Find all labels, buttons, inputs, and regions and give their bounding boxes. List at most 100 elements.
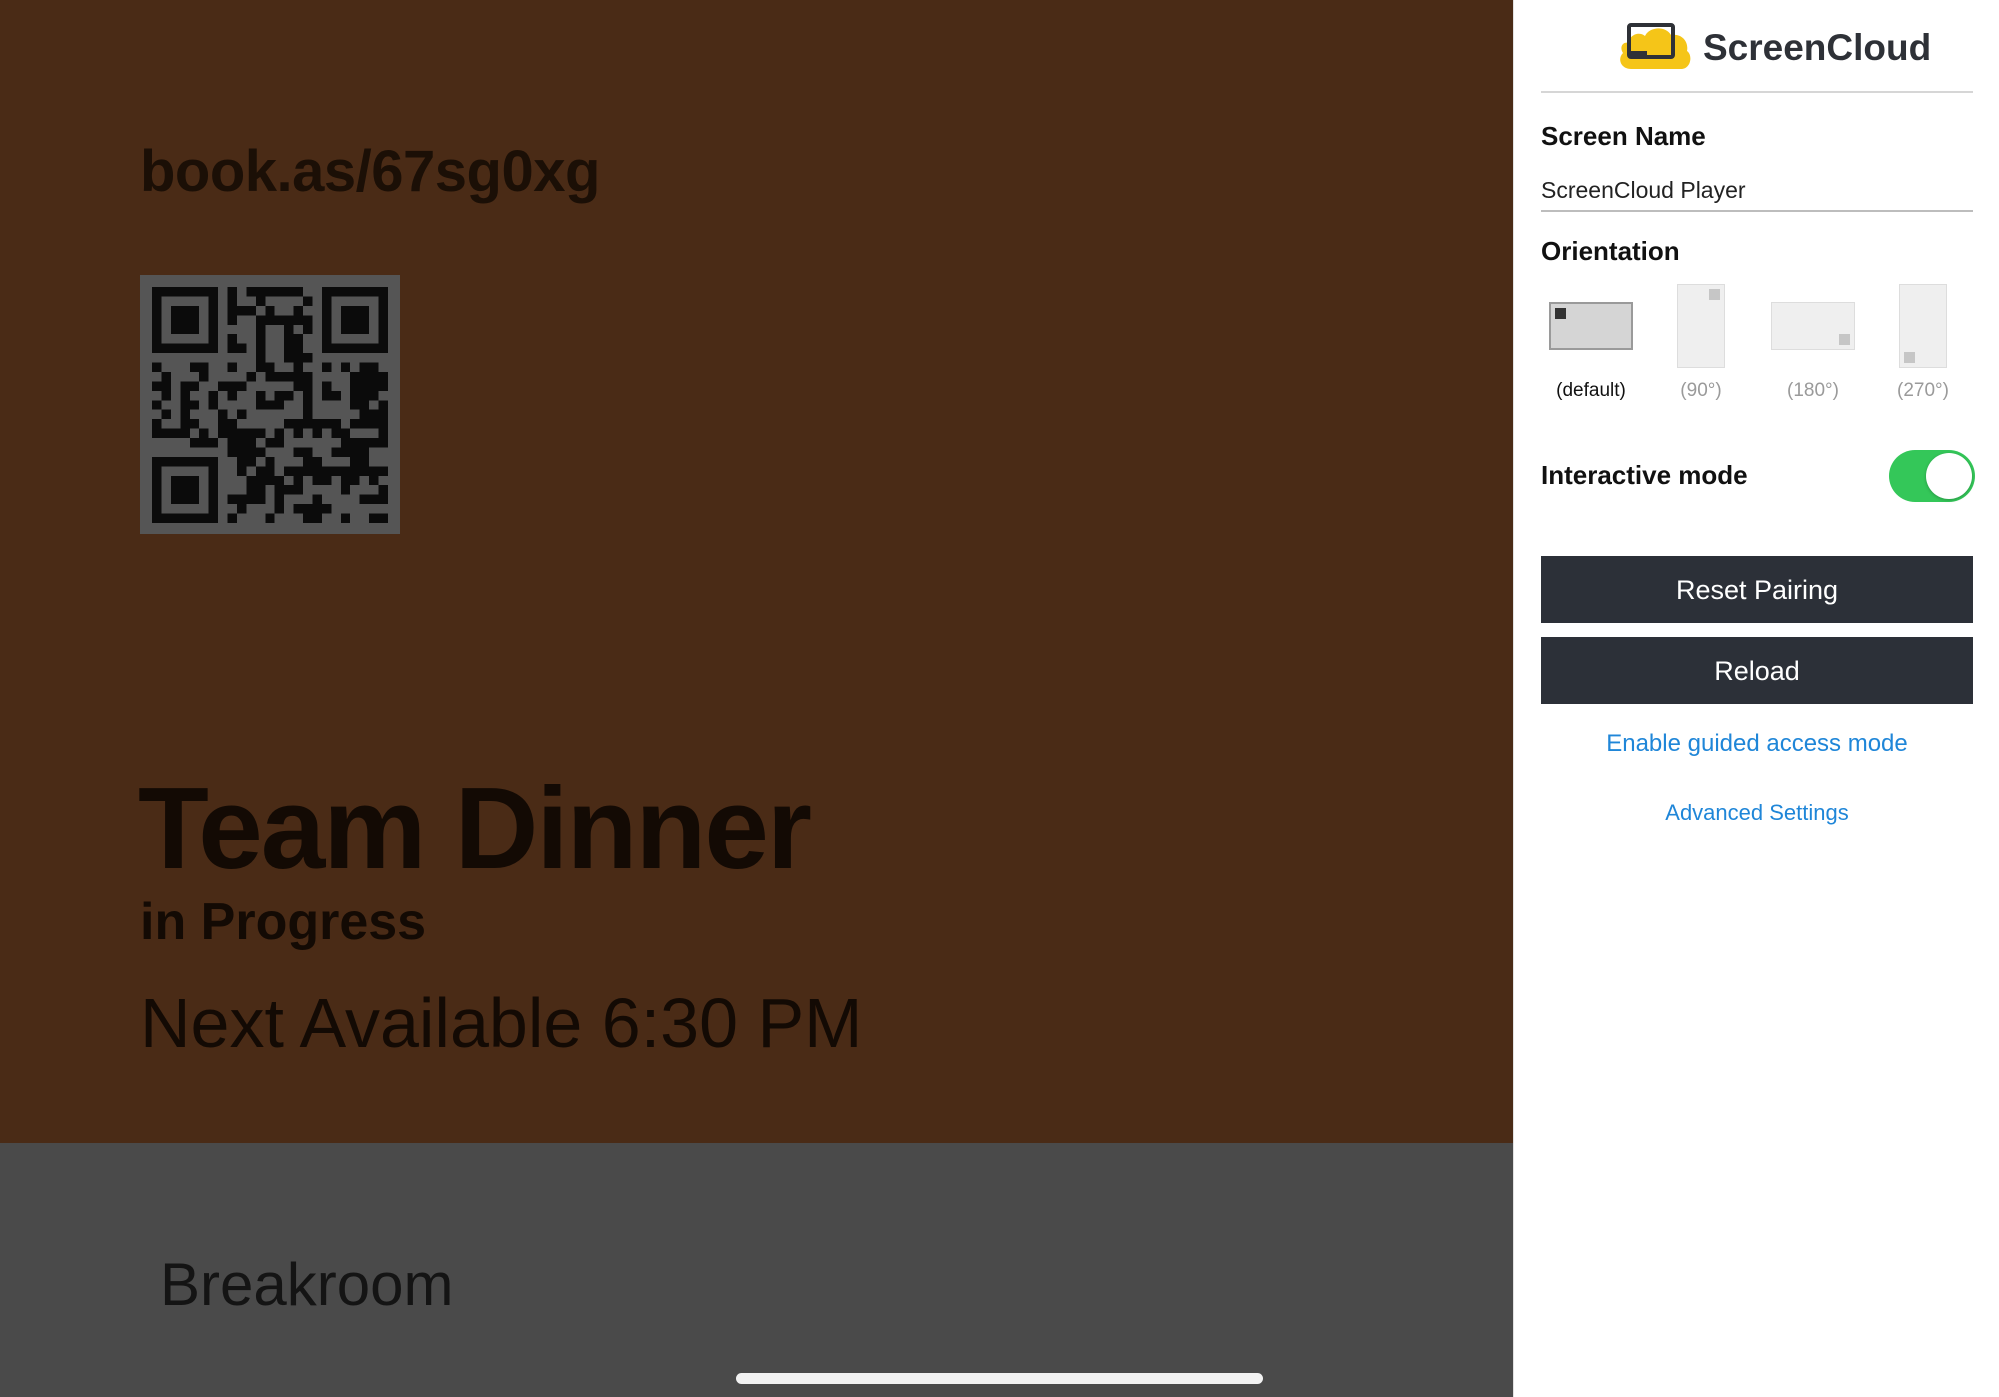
- orientation-180-option[interactable]: (180°): [1763, 280, 1863, 410]
- qr-module: [284, 343, 294, 354]
- qr-module: [378, 371, 388, 382]
- qr-module: [227, 447, 237, 457]
- qr-module: [303, 315, 313, 325]
- qr-module: [170, 475, 181, 486]
- qr-module: [265, 287, 275, 297]
- qr-module: [236, 428, 247, 439]
- qr-module: [227, 343, 237, 354]
- qr-module: [152, 324, 162, 335]
- qr-module: [369, 409, 379, 420]
- qr-module: [152, 315, 162, 325]
- qr-module: [255, 343, 266, 354]
- qr-module: [378, 485, 388, 495]
- qr-module: [321, 305, 332, 316]
- qr-module: [208, 466, 219, 476]
- qr-module: [255, 287, 266, 297]
- qr-module: [152, 485, 162, 495]
- qr-module: [227, 513, 237, 523]
- qr-module: [180, 400, 190, 410]
- qr-module: [284, 334, 294, 344]
- qr-module: [274, 438, 285, 448]
- qr-module: [227, 390, 237, 401]
- qr-module: [170, 428, 181, 439]
- reset-pairing-button[interactable]: Reset Pairing: [1541, 556, 1973, 623]
- qr-module: [293, 371, 304, 382]
- orientation-270-label: (270°): [1897, 380, 1949, 401]
- qr-module: [236, 438, 247, 448]
- qr-module: [199, 513, 209, 523]
- reload-button[interactable]: Reload: [1541, 637, 1973, 704]
- qr-module: [227, 419, 237, 429]
- guided-access-link[interactable]: Enable guided access mode: [1541, 730, 1973, 758]
- qr-module: [293, 305, 304, 316]
- qr-module: [180, 513, 190, 523]
- meeting-title: Team Dinner: [138, 763, 812, 893]
- qr-module: [359, 409, 370, 420]
- qr-module: [359, 456, 370, 467]
- qr-module: [152, 513, 162, 523]
- qr-module: [255, 400, 266, 410]
- qr-module: [340, 485, 351, 495]
- qr-module: [359, 419, 370, 429]
- qr-module: [378, 381, 388, 391]
- qr-module: [161, 390, 171, 401]
- qr-module: [208, 296, 219, 306]
- qr-module: [246, 447, 256, 457]
- qr-module: [218, 409, 228, 420]
- qr-module: [378, 400, 388, 410]
- qr-module: [227, 287, 237, 297]
- qr-module: [189, 305, 200, 316]
- meeting-status: in Progress: [140, 893, 427, 951]
- qr-module: [227, 428, 237, 439]
- qr-module: [303, 504, 313, 514]
- qr-module: [369, 419, 379, 429]
- qr-module: [350, 371, 360, 382]
- qr-module: [274, 315, 285, 325]
- qr-module: [359, 343, 370, 354]
- qr-module: [303, 466, 313, 476]
- qr-module: [152, 334, 162, 344]
- room-footer: Breakroom: [0, 1143, 1513, 1397]
- qr-module: [303, 353, 313, 363]
- qr-module: [189, 494, 200, 505]
- orientation-default-thumbnail: [1549, 302, 1633, 350]
- advanced-settings-link[interactable]: Advanced Settings: [1541, 800, 1973, 826]
- qr-module: [321, 475, 332, 486]
- screen-name-input[interactable]: [1541, 170, 1973, 212]
- qr-module: [321, 296, 332, 306]
- qr-module: [321, 466, 332, 476]
- qr-module: [161, 456, 171, 467]
- orientation-90-label: (90°): [1680, 380, 1722, 401]
- qr-module: [236, 494, 247, 505]
- qr-module: [369, 475, 379, 486]
- qr-module: [265, 466, 275, 476]
- qr-module: [255, 485, 266, 495]
- qr-module: [189, 315, 200, 325]
- orientation-270-thumbnail: [1899, 284, 1947, 368]
- qr-module: [303, 381, 313, 391]
- orientation-270-option[interactable]: (270°): [1873, 280, 1973, 410]
- orientation-default-option[interactable]: (default): [1541, 280, 1641, 410]
- qr-module: [152, 343, 162, 354]
- qr-module: [284, 485, 294, 495]
- qr-module: [170, 287, 181, 297]
- qr-module: [208, 287, 219, 297]
- interactive-mode-toggle[interactable]: [1889, 450, 1975, 502]
- qr-module: [161, 428, 171, 439]
- qr-module: [312, 456, 322, 467]
- qr-module: [199, 456, 209, 467]
- qr-module: [227, 381, 237, 391]
- home-indicator[interactable]: [736, 1373, 1263, 1384]
- qr-module: [293, 504, 304, 514]
- qr-module: [293, 334, 304, 344]
- qr-module: [312, 513, 322, 523]
- qr-module: [369, 287, 379, 297]
- qr-module: [340, 466, 351, 476]
- qr-module: [161, 343, 171, 354]
- qr-module: [189, 513, 200, 523]
- qr-module: [293, 287, 304, 297]
- qr-module: [189, 419, 200, 429]
- orientation-90-option[interactable]: (90°): [1651, 280, 1751, 410]
- qr-module: [152, 296, 162, 306]
- toggle-knob: [1926, 453, 1972, 499]
